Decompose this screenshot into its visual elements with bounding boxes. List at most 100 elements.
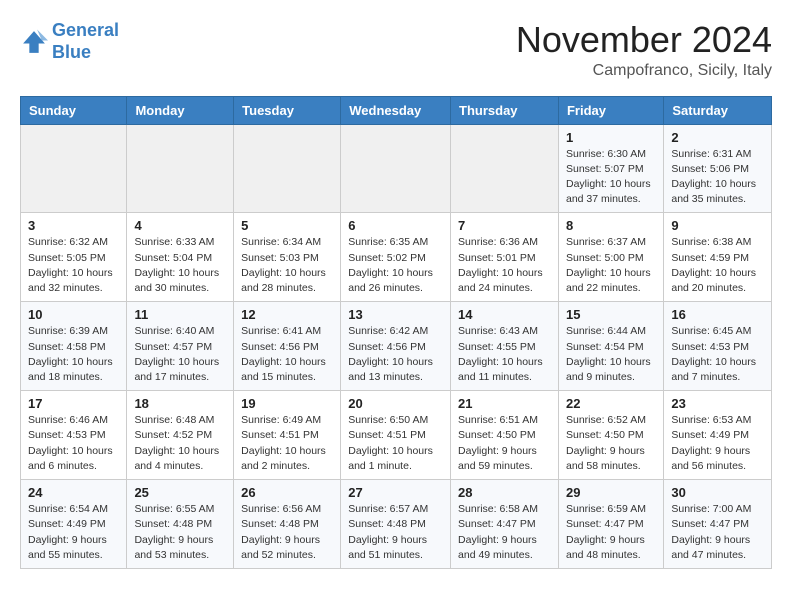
day-cell: 29 Sunrise: 6:59 AM Sunset: 4:47 PM Dayli… bbox=[558, 480, 663, 569]
day-cell: 12 Sunrise: 6:41 AM Sunset: 4:56 PM Dayli… bbox=[234, 302, 341, 391]
day-info: Sunrise: 6:52 AM Sunset: 4:50 PM Dayligh… bbox=[566, 413, 656, 474]
day-cell bbox=[127, 124, 234, 213]
day-info: Sunrise: 6:36 AM Sunset: 5:01 PM Dayligh… bbox=[458, 235, 551, 296]
day-number: 27 bbox=[348, 485, 443, 500]
day-number: 22 bbox=[566, 396, 656, 411]
day-header-friday: Friday bbox=[558, 96, 663, 124]
day-info: Sunrise: 6:57 AM Sunset: 4:48 PM Dayligh… bbox=[348, 502, 443, 563]
day-cell: 3 Sunrise: 6:32 AM Sunset: 5:05 PM Daylig… bbox=[21, 213, 127, 302]
day-cell: 25 Sunrise: 6:55 AM Sunset: 4:48 PM Dayli… bbox=[127, 480, 234, 569]
header-row: SundayMondayTuesdayWednesdayThursdayFrid… bbox=[21, 96, 772, 124]
day-number: 30 bbox=[671, 485, 764, 500]
day-number: 29 bbox=[566, 485, 656, 500]
day-number: 7 bbox=[458, 218, 551, 233]
logo-line1: General bbox=[52, 20, 119, 40]
day-info: Sunrise: 6:41 AM Sunset: 4:56 PM Dayligh… bbox=[241, 324, 333, 385]
day-info: Sunrise: 6:34 AM Sunset: 5:03 PM Dayligh… bbox=[241, 235, 333, 296]
day-cell: 9Sunrise: 6:38 AM Sunset: 4:59 PM Daylig… bbox=[664, 213, 772, 302]
month-title: November 2024 bbox=[516, 20, 772, 60]
calendar: SundayMondayTuesdayWednesdayThursdayFrid… bbox=[20, 96, 772, 569]
day-number: 1 bbox=[566, 130, 656, 145]
day-number: 24 bbox=[28, 485, 119, 500]
day-cell: 24 Sunrise: 6:54 AM Sunset: 4:49 PM Dayli… bbox=[21, 480, 127, 569]
day-info: Sunrise: 6:49 AM Sunset: 4:51 PM Dayligh… bbox=[241, 413, 333, 474]
day-info: Sunrise: 6:56 AM Sunset: 4:48 PM Dayligh… bbox=[241, 502, 333, 563]
day-info: Sunrise: 6:45 AM Sunset: 4:53 PM Dayligh… bbox=[671, 324, 764, 385]
day-cell: 7 Sunrise: 6:36 AM Sunset: 5:01 PM Daylig… bbox=[451, 213, 559, 302]
day-info: Sunrise: 6:54 AM Sunset: 4:49 PM Dayligh… bbox=[28, 502, 119, 563]
day-info: Sunrise: 6:33 AM Sunset: 5:04 PM Dayligh… bbox=[134, 235, 226, 296]
day-info: Sunrise: 6:32 AM Sunset: 5:05 PM Dayligh… bbox=[28, 235, 119, 296]
day-cell bbox=[234, 124, 341, 213]
day-number: 20 bbox=[348, 396, 443, 411]
calendar-body: 1 Sunrise: 6:30 AM Sunset: 5:07 PM Daylig… bbox=[21, 124, 772, 568]
day-number: 11 bbox=[134, 307, 226, 322]
logo-text: General Blue bbox=[52, 20, 119, 63]
day-info: Sunrise: 6:46 AM Sunset: 4:53 PM Dayligh… bbox=[28, 413, 119, 474]
day-cell: 8 Sunrise: 6:37 AM Sunset: 5:00 PM Daylig… bbox=[558, 213, 663, 302]
day-number: 15 bbox=[566, 307, 656, 322]
day-cell: 21Sunrise: 6:51 AM Sunset: 4:50 PM Dayli… bbox=[451, 391, 559, 480]
day-info: Sunrise: 6:37 AM Sunset: 5:00 PM Dayligh… bbox=[566, 235, 656, 296]
day-cell: 22 Sunrise: 6:52 AM Sunset: 4:50 PM Dayli… bbox=[558, 391, 663, 480]
day-cell: 17Sunrise: 6:46 AM Sunset: 4:53 PM Dayli… bbox=[21, 391, 127, 480]
day-number: 3 bbox=[28, 218, 119, 233]
day-info: Sunrise: 6:59 AM Sunset: 4:47 PM Dayligh… bbox=[566, 502, 656, 563]
day-cell: 16 Sunrise: 6:45 AM Sunset: 4:53 PM Dayli… bbox=[664, 302, 772, 391]
day-cell: 27 Sunrise: 6:57 AM Sunset: 4:48 PM Dayli… bbox=[341, 480, 451, 569]
day-number: 8 bbox=[566, 218, 656, 233]
day-cell: 15 Sunrise: 6:44 AM Sunset: 4:54 PM Dayli… bbox=[558, 302, 663, 391]
day-cell: 2Sunrise: 6:31 AM Sunset: 5:06 PM Daylig… bbox=[664, 124, 772, 213]
day-number: 23 bbox=[671, 396, 764, 411]
day-header-tuesday: Tuesday bbox=[234, 96, 341, 124]
day-cell: 1 Sunrise: 6:30 AM Sunset: 5:07 PM Daylig… bbox=[558, 124, 663, 213]
day-header-sunday: Sunday bbox=[21, 96, 127, 124]
day-info: Sunrise: 6:43 AM Sunset: 4:55 PM Dayligh… bbox=[458, 324, 551, 385]
day-number: 9 bbox=[671, 218, 764, 233]
page: General Blue November 2024 Campofranco, … bbox=[0, 0, 792, 579]
day-number: 13 bbox=[348, 307, 443, 322]
day-cell: 28 Sunrise: 6:58 AM Sunset: 4:47 PM Dayli… bbox=[451, 480, 559, 569]
day-header-monday: Monday bbox=[127, 96, 234, 124]
day-cell: 6Sunrise: 6:35 AM Sunset: 5:02 PM Daylig… bbox=[341, 213, 451, 302]
day-number: 6 bbox=[348, 218, 443, 233]
day-info: Sunrise: 6:39 AM Sunset: 4:58 PM Dayligh… bbox=[28, 324, 119, 385]
day-info: Sunrise: 6:51 AM Sunset: 4:50 PM Dayligh… bbox=[458, 413, 551, 474]
day-number: 26 bbox=[241, 485, 333, 500]
day-info: Sunrise: 6:31 AM Sunset: 5:06 PM Dayligh… bbox=[671, 147, 764, 208]
day-cell: 26 Sunrise: 6:56 AM Sunset: 4:48 PM Dayli… bbox=[234, 480, 341, 569]
day-number: 16 bbox=[671, 307, 764, 322]
logo-line2: Blue bbox=[52, 42, 91, 62]
day-number: 25 bbox=[134, 485, 226, 500]
day-header-thursday: Thursday bbox=[451, 96, 559, 124]
day-info: Sunrise: 6:30 AM Sunset: 5:07 PM Dayligh… bbox=[566, 147, 656, 208]
day-header-saturday: Saturday bbox=[664, 96, 772, 124]
day-cell bbox=[451, 124, 559, 213]
logo-icon bbox=[20, 28, 48, 56]
week-row-2: 3 Sunrise: 6:32 AM Sunset: 5:05 PM Daylig… bbox=[21, 213, 772, 302]
day-number: 18 bbox=[134, 396, 226, 411]
day-info: Sunrise: 6:58 AM Sunset: 4:47 PM Dayligh… bbox=[458, 502, 551, 563]
title-block: November 2024 Campofranco, Sicily, Italy bbox=[516, 20, 772, 80]
day-info: Sunrise: 6:42 AM Sunset: 4:56 PM Dayligh… bbox=[348, 324, 443, 385]
day-info: Sunrise: 6:55 AM Sunset: 4:48 PM Dayligh… bbox=[134, 502, 226, 563]
day-cell bbox=[341, 124, 451, 213]
day-number: 28 bbox=[458, 485, 551, 500]
day-number: 14 bbox=[458, 307, 551, 322]
day-info: Sunrise: 6:53 AM Sunset: 4:49 PM Dayligh… bbox=[671, 413, 764, 474]
day-number: 19 bbox=[241, 396, 333, 411]
day-info: Sunrise: 6:48 AM Sunset: 4:52 PM Dayligh… bbox=[134, 413, 226, 474]
day-cell: 20 Sunrise: 6:50 AM Sunset: 4:51 PM Dayli… bbox=[341, 391, 451, 480]
calendar-header: SundayMondayTuesdayWednesdayThursdayFrid… bbox=[21, 96, 772, 124]
day-cell: 11 Sunrise: 6:40 AM Sunset: 4:57 PM Dayli… bbox=[127, 302, 234, 391]
day-info: Sunrise: 6:40 AM Sunset: 4:57 PM Dayligh… bbox=[134, 324, 226, 385]
location: Campofranco, Sicily, Italy bbox=[516, 62, 772, 80]
day-info: Sunrise: 6:44 AM Sunset: 4:54 PM Dayligh… bbox=[566, 324, 656, 385]
day-cell: 13 Sunrise: 6:42 AM Sunset: 4:56 PM Dayli… bbox=[341, 302, 451, 391]
day-cell bbox=[21, 124, 127, 213]
day-cell: 14 Sunrise: 6:43 AM Sunset: 4:55 PM Dayli… bbox=[451, 302, 559, 391]
day-cell: 19 Sunrise: 6:49 AM Sunset: 4:51 PM Dayli… bbox=[234, 391, 341, 480]
week-row-5: 24 Sunrise: 6:54 AM Sunset: 4:49 PM Dayli… bbox=[21, 480, 772, 569]
day-info: Sunrise: 6:50 AM Sunset: 4:51 PM Dayligh… bbox=[348, 413, 443, 474]
day-number: 12 bbox=[241, 307, 333, 322]
